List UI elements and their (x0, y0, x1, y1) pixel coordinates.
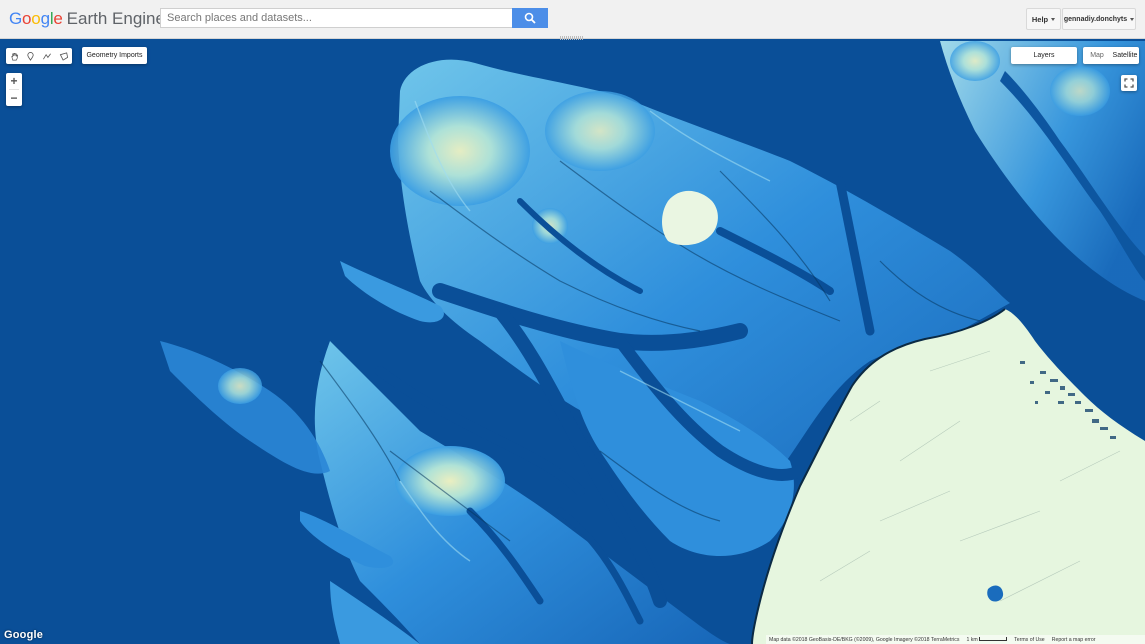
scale-label: 1 km (966, 636, 978, 643)
scale-indicator: 1 km (966, 636, 1008, 643)
map-canvas[interactable]: Geometry Imports + − Layers Map Satellit… (0, 41, 1145, 644)
account-menu-button[interactable]: gennadiy.donchyts (1062, 8, 1136, 30)
help-label: Help (1031, 14, 1049, 24)
terrain-map (0, 41, 1145, 644)
map-attribution-bar: Map data ©2018 GeoBasis-DE/BKG (©2009), … (766, 635, 1145, 644)
logo-letter: o (31, 9, 41, 28)
user-label: gennadiy.donchyts (1063, 15, 1128, 23)
scale-bar (979, 637, 1008, 642)
logo-product-text: Earth Engine (66, 9, 165, 28)
polyline-icon[interactable] (39, 48, 56, 64)
hand-icon[interactable] (6, 48, 23, 64)
zoom-in-button[interactable]: + (6, 73, 22, 89)
small-lake (987, 585, 1004, 602)
google-watermark: Google (4, 629, 44, 641)
highland-south (395, 446, 505, 516)
logo-letter: g (40, 9, 50, 28)
chevron-down-icon (1130, 17, 1135, 21)
chevron-down-icon (1051, 17, 1056, 21)
terms-link[interactable]: Terms of Use (1014, 637, 1045, 643)
map-type-toggle: Map Satellite (1083, 47, 1139, 64)
top-bar: GoogleEarth Engine Help gennadiy.donchyt… (0, 0, 1145, 40)
highland-west (218, 368, 262, 404)
layers-button[interactable]: Layers (1011, 47, 1077, 64)
geometry-imports-button[interactable]: Geometry Imports (82, 47, 147, 64)
attribution-text: Map data ©2018 GeoBasis-DE/BKG (©2009), … (769, 636, 960, 643)
polygon-icon[interactable] (56, 48, 73, 64)
highland-north (390, 96, 530, 206)
map-type-satellite[interactable]: Satellite (1111, 47, 1139, 64)
panel-resize-handle[interactable] (560, 36, 584, 40)
search-input[interactable] (160, 8, 525, 28)
logo-letter: o (22, 9, 32, 28)
zoom-out-button[interactable]: − (6, 90, 22, 106)
logo-letter: e (53, 9, 63, 28)
fullscreen-icon (1124, 78, 1134, 88)
logo-google-text: Google (9, 9, 63, 28)
map-type-map[interactable]: Map (1083, 47, 1111, 64)
report-error-link[interactable]: Report a map error (1052, 637, 1096, 643)
zoom-control: + − (6, 73, 22, 106)
search-button[interactable] (512, 8, 548, 28)
highland-northeast (545, 91, 655, 171)
marker-icon[interactable] (23, 48, 40, 64)
help-menu-button[interactable]: Help (1026, 8, 1061, 30)
search-icon (524, 12, 536, 24)
earth-engine-logo[interactable]: Google Earth Engine (9, 8, 165, 30)
highland-ne-corner (950, 41, 1000, 81)
highland-ne-2 (1050, 66, 1110, 116)
drawing-tools (6, 48, 72, 64)
fullscreen-button[interactable] (1121, 75, 1137, 91)
logo-letter: G (9, 9, 23, 28)
